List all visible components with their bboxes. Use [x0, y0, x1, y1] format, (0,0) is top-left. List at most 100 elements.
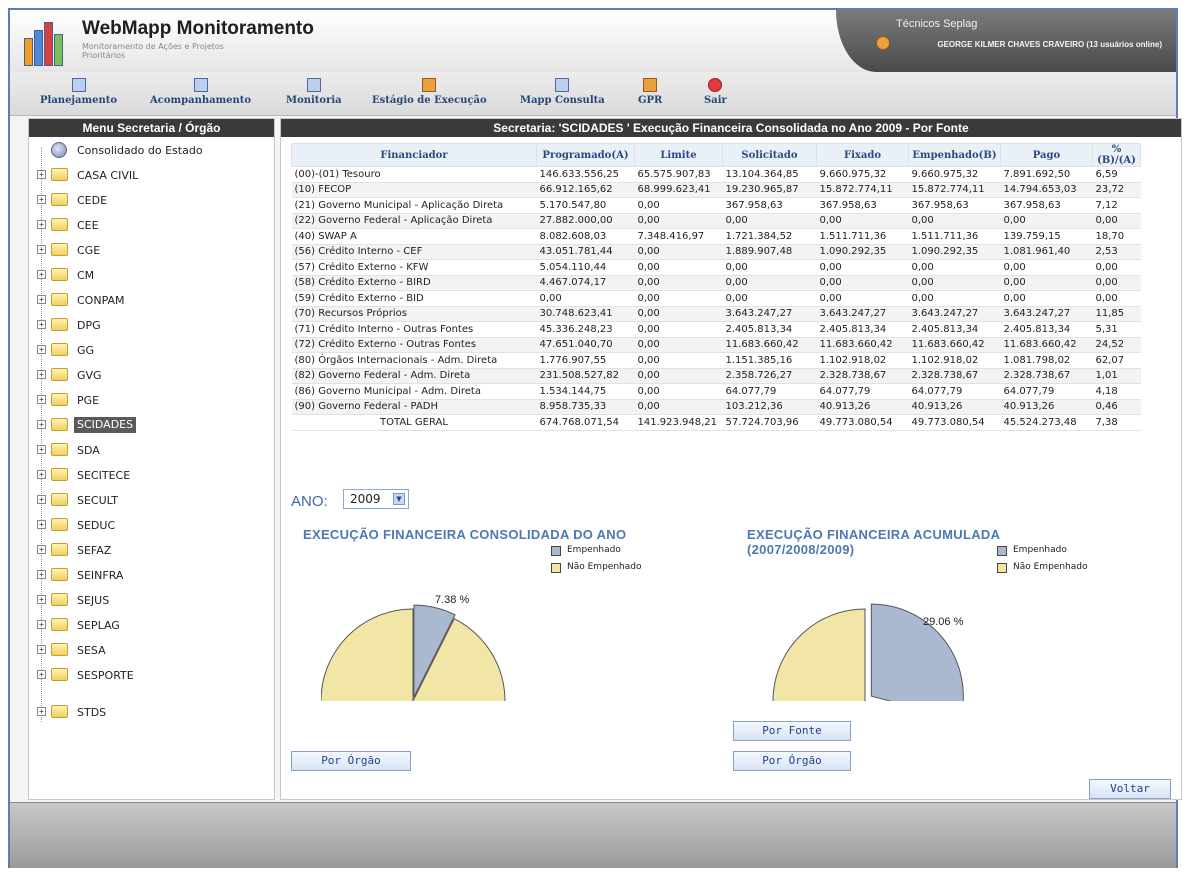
toolbar-planejamento[interactable]: Planejamento: [40, 78, 117, 106]
expand-icon[interactable]: +: [37, 670, 46, 679]
expand-icon[interactable]: +: [37, 245, 46, 254]
value-cell: 62,07: [1092, 352, 1141, 369]
table-row: (80) Órgãos Internacionais - Adm. Direta…: [291, 352, 1141, 369]
sidebar-item-label: STDS: [77, 706, 107, 719]
app-footer: [10, 802, 1176, 868]
app-logo-icon: [24, 22, 68, 66]
voltar-button[interactable]: Voltar: [1089, 779, 1171, 799]
value-cell: 0,00: [634, 368, 723, 384]
value-cell: 24,52: [1092, 337, 1141, 353]
expand-icon[interactable]: +: [37, 495, 46, 504]
expand-icon[interactable]: +: [37, 420, 46, 429]
sidebar-item-label: DPG: [77, 319, 101, 332]
expand-icon[interactable]: +: [37, 445, 46, 454]
expand-icon[interactable]: +: [37, 195, 46, 204]
sidebar-item-label: CASA CIVIL: [77, 169, 139, 182]
column-header[interactable]: Empenhado(B): [908, 143, 1001, 167]
column-header[interactable]: Solicitado: [722, 143, 817, 167]
column-header[interactable]: Fixado: [816, 143, 909, 167]
expand-icon[interactable]: +: [37, 595, 46, 604]
value-cell: 0,00: [634, 399, 723, 415]
toolbar-mapp-consulta[interactable]: Mapp Consulta: [520, 78, 605, 106]
value-cell: 0,00: [722, 259, 817, 276]
value-cell: 65.575.907,83: [634, 166, 723, 183]
value-cell: 5.170.547,80: [536, 197, 635, 214]
value-cell: 0,00: [634, 290, 723, 307]
column-header[interactable]: Programado(A): [536, 143, 635, 167]
folder-icon: [51, 218, 68, 231]
por-orgao-button[interactable]: Por Órgão: [733, 751, 851, 771]
toolbar-monitoria[interactable]: Monitoria: [286, 78, 342, 106]
toolbar-label: GPR: [638, 95, 663, 106]
app-header: WebMapp Monitoramento Monitoramento de A…: [10, 10, 1176, 72]
sidebar-item-label: SECITECE: [77, 469, 131, 482]
expand-icon[interactable]: +: [37, 295, 46, 304]
expand-icon[interactable]: +: [37, 545, 46, 554]
chart-title-consolidada: EXECUÇÃO FINANCEIRA CONSOLIDADA DO ANO: [303, 527, 627, 542]
por-fonte-button[interactable]: Por Fonte: [733, 721, 851, 741]
folder-icon: [51, 493, 68, 506]
toolbar-gpr[interactable]: GPR: [638, 78, 662, 106]
expand-icon[interactable]: +: [37, 270, 46, 279]
expand-icon[interactable]: +: [37, 645, 46, 654]
folder-icon: [51, 318, 68, 331]
execution-stage-icon: [422, 78, 437, 92]
financiador-cell: (82) Governo Federal - Adm. Direta: [291, 368, 537, 384]
value-cell: 0,00: [908, 213, 1001, 229]
table-row: (72) Crédito Externo - Outras Fontes 47.6…: [291, 337, 1141, 353]
folder-icon: [51, 343, 68, 356]
expand-icon[interactable]: +: [37, 320, 46, 329]
column-header[interactable]: Limite: [634, 143, 723, 167]
column-header[interactable]: %(B)/(A): [1092, 143, 1141, 167]
financiador-cell: (72) Crédito Externo - Outras Fontes: [291, 337, 537, 353]
expand-icon[interactable]: +: [37, 520, 46, 529]
value-cell: 7.891.692,50: [1000, 166, 1093, 183]
expand-icon[interactable]: +: [37, 370, 46, 379]
toolbar-estagio-execucao[interactable]: Estágio de Execução: [372, 78, 487, 106]
column-header[interactable]: Financiador: [291, 143, 537, 167]
table-row: (58) Crédito Externo - BIRD 4.467.074,17 0…: [291, 275, 1141, 291]
value-cell: 2.405.813,34: [816, 321, 909, 338]
value-cell: 0,00: [634, 383, 723, 400]
legend-swatch: [551, 546, 561, 556]
value-cell: 1.511.711,36: [908, 228, 1001, 245]
value-cell: 8.082.608,03: [536, 228, 635, 245]
value-cell: 0,00: [722, 290, 817, 307]
sidebar-title: Menu Secretaria / Órgão: [29, 119, 274, 137]
toolbar-sair[interactable]: Sair: [704, 78, 727, 106]
sidebar-item-label: SEINFRA: [77, 569, 124, 582]
expand-icon[interactable]: +: [37, 170, 46, 179]
por-orgao-button[interactable]: Por Órgão: [291, 751, 411, 771]
value-cell: 11.683.660,42: [908, 337, 1001, 353]
value-cell: 2.328.738,67: [1000, 368, 1093, 384]
year-select[interactable]: 2009 ▼: [343, 489, 409, 509]
expand-icon[interactable]: +: [37, 395, 46, 404]
column-header[interactable]: Pago: [1000, 143, 1093, 167]
financiador-cell: (58) Crédito Externo - BIRD: [291, 275, 537, 291]
folder-icon: [51, 705, 68, 718]
value-cell: 2.405.813,34: [908, 321, 1001, 338]
expand-icon[interactable]: +: [37, 620, 46, 629]
expand-icon[interactable]: +: [37, 707, 46, 716]
folder-icon: [51, 168, 68, 181]
financiador-cell: (90) Governo Federal - PADH: [291, 399, 537, 415]
financiador-cell: (00)-(01) Tesouro: [291, 166, 537, 183]
planning-icon: [71, 78, 86, 92]
value-cell: 1.102.918,02: [816, 352, 909, 369]
table-row: (22) Governo Federal - Aplicação Direta 2…: [291, 213, 1141, 229]
value-cell: 1.889.907,48: [722, 244, 817, 260]
value-cell: 57.724.703,96: [722, 414, 817, 431]
expand-icon[interactable]: +: [37, 470, 46, 479]
toolbar-acompanhamento[interactable]: Acompanhamento: [150, 78, 251, 106]
value-cell: 367.958,63: [816, 197, 909, 214]
financiador-cell: (21) Governo Municipal - Aplicação Diret…: [291, 197, 537, 214]
expand-icon[interactable]: +: [37, 570, 46, 579]
query-icon: [555, 78, 570, 92]
value-cell: 7,38: [1092, 414, 1141, 431]
folder-icon: [51, 268, 68, 281]
value-cell: 0,00: [634, 352, 723, 369]
expand-icon[interactable]: +: [37, 220, 46, 229]
expand-icon[interactable]: +: [37, 345, 46, 354]
value-cell: 2.405.813,34: [1000, 321, 1093, 338]
value-cell: 1.534.144,75: [536, 383, 635, 400]
